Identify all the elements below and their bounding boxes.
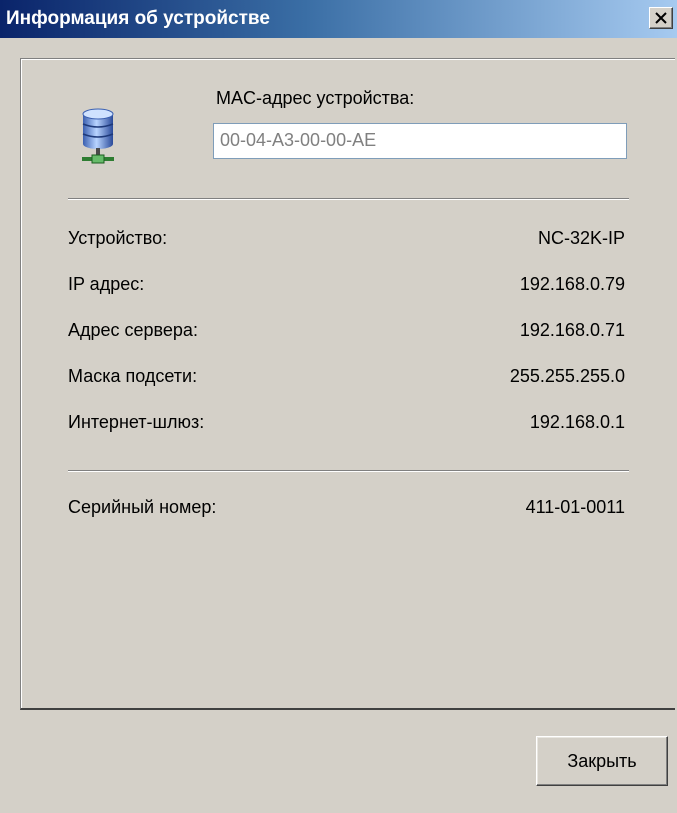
device-info-dialog: Информация об устройстве MAC-адрес устро… — [0, 0, 677, 813]
mac-address-field[interactable]: 00-04-A3-00-00-AE — [213, 123, 627, 159]
subnet-mask-label: Маска подсети: — [68, 366, 198, 386]
separator-bottom — [68, 470, 629, 472]
close-icon[interactable] — [649, 7, 673, 29]
network-device-icon — [80, 108, 116, 173]
device-label: Устройство: — [68, 228, 168, 248]
window-title: Информация об устройстве — [6, 8, 270, 29]
serial-number-value: 411-01-0011 — [525, 497, 625, 517]
server-address-value: 192.168.0.71 — [519, 320, 625, 340]
ip-address-value: 192.168.0.79 — [519, 274, 625, 294]
gateway-value: 192.168.0.1 — [529, 412, 625, 432]
server-address-label: Адрес сервера: — [68, 320, 198, 340]
mac-address-label: MAC-адрес устройства: — [216, 88, 415, 108]
ip-address-label: IP адрес: — [68, 274, 145, 294]
subnet-mask-value: 255.255.255.0 — [509, 366, 625, 386]
title-bar[interactable]: Информация об устройстве — [0, 0, 677, 38]
device-value: NC-32K-IP — [537, 228, 625, 248]
serial-number-label: Серийный номер: — [68, 497, 217, 517]
close-button[interactable]: Закрыть — [536, 736, 668, 786]
gateway-label: Интернет-шлюз: — [68, 412, 205, 432]
separator-top — [68, 198, 629, 200]
